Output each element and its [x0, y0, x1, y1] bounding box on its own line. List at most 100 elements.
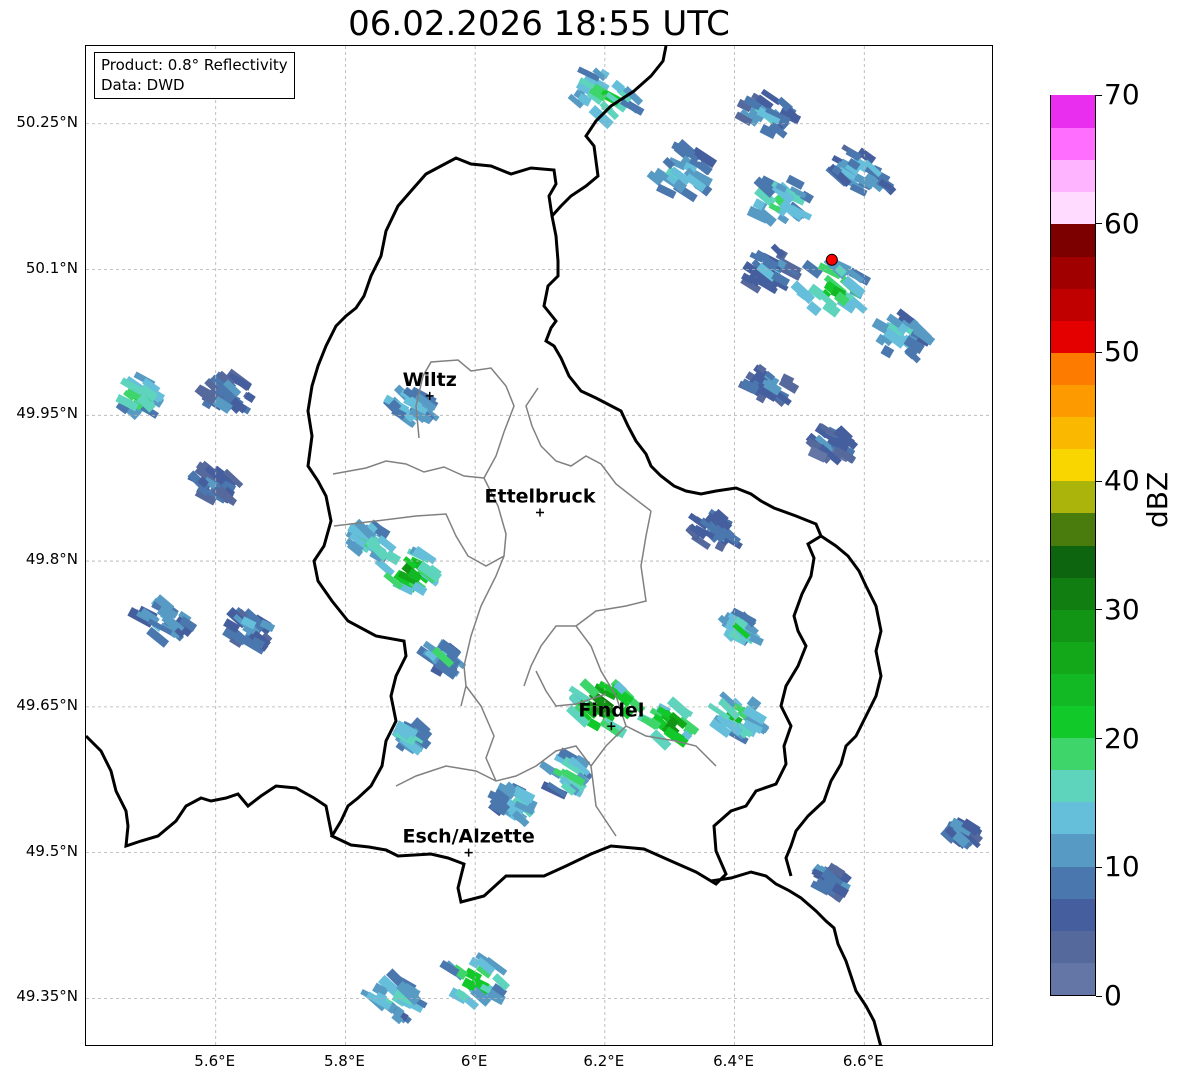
colorbar-segment [1051, 320, 1095, 353]
colorbar-segment [1051, 95, 1095, 129]
colorbar-tick-label: 70 [1104, 78, 1140, 111]
colorbar-tick [1096, 94, 1102, 96]
city-label: Wiltz [403, 369, 457, 391]
colorbar-tick [1096, 995, 1102, 997]
echo-cell [222, 606, 276, 655]
echo-cell [707, 691, 770, 745]
france-germany-border [710, 870, 883, 1045]
echo-cell [487, 781, 538, 828]
colorbar-tick-label: 0 [1104, 979, 1122, 1012]
echo-cell [439, 952, 511, 1011]
colorbar-segment [1051, 512, 1095, 546]
colorbar-segment [1051, 577, 1095, 610]
radar-site-marker [825, 253, 838, 266]
echo-cell [636, 696, 700, 751]
latitude-tick-label: 49.95°N [16, 404, 78, 423]
colorbar-segment [1051, 641, 1095, 674]
latitude-tick-label: 49.35°N [16, 987, 78, 1006]
city-plus-icon [464, 848, 473, 857]
colorbar-tick [1096, 738, 1102, 740]
colorbar-tick [1096, 351, 1102, 353]
colorbar-segment [1051, 962, 1095, 995]
colorbar-segment [1051, 191, 1095, 225]
latitude-tick-label: 50.1°N [25, 258, 78, 277]
colorbar-segment [1051, 127, 1095, 161]
city-label: Ettelbruck [485, 485, 596, 507]
echo-cell [127, 594, 198, 648]
colorbar-tick-label: 40 [1104, 464, 1140, 498]
colorbar-segment [1051, 609, 1095, 642]
colorbar-segment [1051, 448, 1095, 482]
colorbar-tick-label: 10 [1104, 850, 1140, 884]
colorbar-segment [1051, 544, 1095, 578]
echo-pixel [880, 344, 895, 359]
echo-cell [810, 862, 852, 903]
echo-cell [391, 717, 433, 756]
colorbar-segment [1051, 898, 1095, 931]
echo-cell [825, 144, 897, 197]
city-marker: Ettelbruck [485, 485, 596, 517]
latitude-tick-label: 50.25°N [16, 112, 78, 131]
colorbar-segment [1051, 480, 1095, 514]
longitude-tick-label: 6.6°E [842, 1052, 884, 1070]
echo-cell [194, 368, 256, 415]
colorbar-segment [1051, 769, 1095, 803]
echo-cell [539, 747, 594, 800]
colorbar-tick-label: 30 [1104, 592, 1140, 626]
france-belgium-border [86, 734, 334, 849]
city-markers: Wiltz Ettelbruck Findel Esch/Alzette [403, 369, 644, 857]
product-label: Product: 0.8° Reflectivity [101, 56, 288, 74]
colorbar [1050, 95, 1096, 996]
colorbar-title: dBZ [1141, 471, 1174, 528]
city-plus-icon [536, 508, 544, 517]
echo-cell [737, 363, 800, 407]
echo-cell [567, 66, 645, 130]
colorbar-segment [1051, 352, 1095, 385]
colorbar-segment [1051, 705, 1095, 739]
echo-cell [717, 607, 764, 647]
colorbar-segment [1051, 833, 1095, 867]
echo-cell [360, 968, 428, 1025]
echo-cell [734, 88, 802, 140]
longitude-tick-label: 5.6°E [194, 1052, 236, 1070]
colorbar-segment [1051, 801, 1095, 835]
colorbar-segment [1051, 255, 1095, 289]
colorbar-segment [1051, 223, 1095, 257]
radar-site-layer [825, 253, 838, 266]
city-marker: Esch/Alzette [403, 826, 535, 857]
colorbar-segment [1051, 159, 1095, 193]
colorbar-segment [1051, 737, 1095, 771]
colorbar-tick [1096, 866, 1102, 868]
product-info-box: Product: 0.8° Reflectivity Data: DWD [94, 52, 295, 99]
colorbar-segment [1051, 288, 1095, 321]
longitude-tick-label: 6.4°E [713, 1052, 754, 1070]
echo-cell [871, 308, 936, 364]
colorbar-tick-label: 50 [1104, 335, 1140, 369]
echo-cell [805, 422, 859, 466]
colorbar-segment [1051, 384, 1095, 418]
colorbar-segment [1051, 416, 1095, 450]
city-label: Findel [578, 699, 644, 721]
colorbar-segment [1051, 865, 1095, 899]
reflectivity-echoes [115, 66, 984, 1025]
longitude-tick-label: 6.2°E [583, 1052, 625, 1070]
latitude-tick-label: 49.5°N [25, 841, 78, 860]
colorbar-tick [1096, 223, 1102, 225]
colorbar-tick [1096, 480, 1102, 482]
colorbar-tick-label: 20 [1104, 721, 1140, 755]
radar-map[interactable]: Wiltz Ettelbruck Findel Esch/Alzette [85, 45, 993, 1046]
data-source-label: Data: DWD [101, 76, 185, 94]
echo-cell [115, 371, 166, 421]
colorbar-tick [1096, 609, 1102, 611]
latitude-tick-label: 49.8°N [25, 550, 78, 569]
echo-cell [382, 384, 440, 429]
latitude-tick-label: 49.65°N [16, 695, 78, 714]
echo-cell [416, 639, 467, 680]
gridlines [86, 46, 992, 1045]
longitude-tick-label: 5.8°E [324, 1052, 365, 1070]
map-title: 06.02.2026 18:55 UTC [348, 4, 730, 44]
colorbar-tick-label: 60 [1104, 206, 1140, 240]
radar-map-canvas: Wiltz Ettelbruck Findel Esch/Alzette [86, 46, 992, 1045]
colorbar-segment [1051, 673, 1095, 707]
canton-boundaries [332, 359, 717, 837]
